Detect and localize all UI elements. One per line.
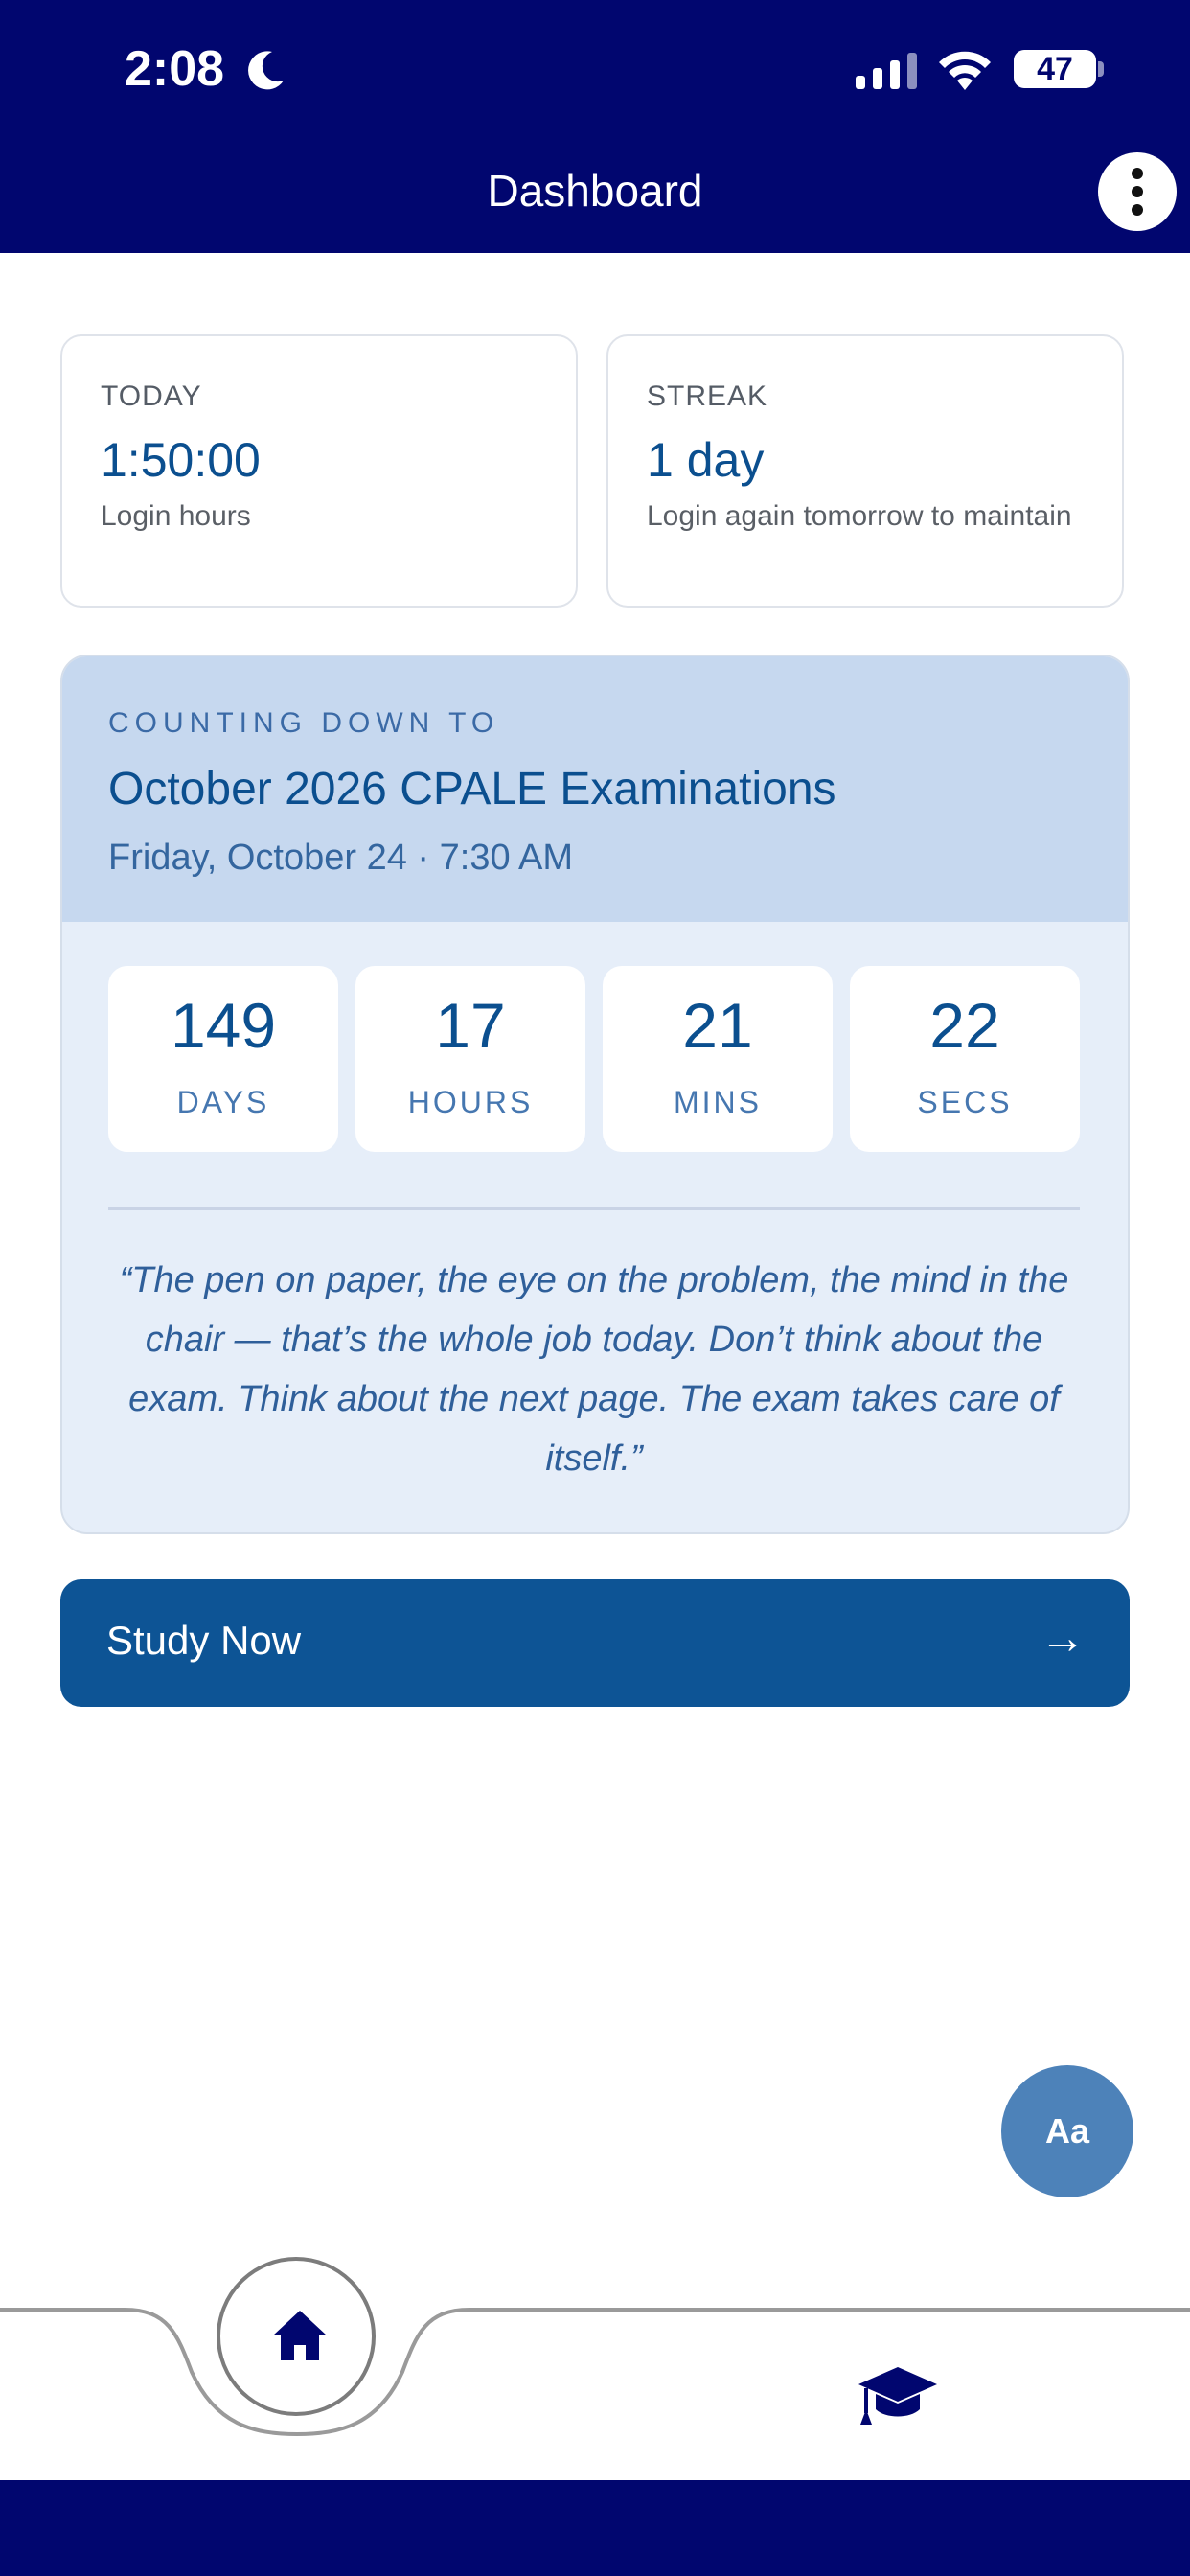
countdown-header: COUNTING DOWN TO October 2026 CPALE Exam… xyxy=(62,656,1128,922)
graduation-cap-icon[interactable] xyxy=(857,2363,939,2426)
home-indicator-area xyxy=(0,2480,1190,2576)
battery-nub xyxy=(1098,61,1104,77)
mins-value: 21 xyxy=(682,990,753,1061)
battery-level: 47 xyxy=(1037,51,1073,87)
secs-label: SECS xyxy=(917,1085,1013,1119)
mins-label: MINS xyxy=(674,1085,762,1119)
more-options-button[interactable] xyxy=(1098,152,1177,231)
font-size-button[interactable]: Aa xyxy=(1001,2065,1133,2197)
divider xyxy=(108,1208,1080,1210)
hours-label: HOURS xyxy=(407,1085,534,1119)
countdown-secs: 22 SECS xyxy=(850,966,1080,1152)
countdown-card: COUNTING DOWN TO October 2026 CPALE Exam… xyxy=(60,655,1130,1534)
today-sub: Login hours xyxy=(101,500,251,532)
days-label: DAYS xyxy=(176,1085,270,1119)
signal-icon xyxy=(856,53,917,89)
exam-title: October 2026 CPALE Examinations xyxy=(108,764,836,815)
secs-value: 22 xyxy=(929,990,1000,1061)
exam-date: Friday, October 24 · 7:30 AM xyxy=(108,838,574,878)
hours-value: 17 xyxy=(435,990,506,1061)
days-value: 149 xyxy=(170,990,277,1061)
arrow-right-icon: → xyxy=(1040,1613,1086,1664)
wifi-icon xyxy=(939,51,991,90)
home-icon xyxy=(273,2311,327,2360)
today-value: 1:50:00 xyxy=(101,433,261,487)
moon-icon xyxy=(248,51,284,90)
more-vertical-icon-dot xyxy=(1132,186,1143,197)
streak-sub: Login again tomorrow to maintain xyxy=(647,500,1072,532)
motivational-quote: “The pen on paper, the eye on the proble… xyxy=(119,1260,1069,1479)
page-title: Dashboard xyxy=(487,166,703,216)
countdown-kicker: COUNTING DOWN TO xyxy=(108,707,500,739)
streak-label: STREAK xyxy=(647,380,768,412)
today-card: TODAY 1:50:00 Login hours xyxy=(60,334,578,608)
study-now-label: Study Now xyxy=(106,1618,302,1663)
nav-notch xyxy=(0,2308,1190,2453)
more-vertical-icon-dot xyxy=(1132,204,1143,216)
today-label: TODAY xyxy=(101,380,202,412)
nav-home-button[interactable] xyxy=(217,2257,376,2416)
status-time: 2:08 xyxy=(125,41,225,97)
countdown-days: 149 DAYS xyxy=(108,966,338,1152)
countdown-hours: 17 HOURS xyxy=(355,966,585,1152)
more-vertical-icon xyxy=(1132,168,1143,179)
streak-card: STREAK 1 day Login again tomorrow to mai… xyxy=(606,334,1124,608)
battery-icon: 47 xyxy=(1014,50,1096,88)
countdown-mins: 21 MINS xyxy=(603,966,833,1152)
top-bar: 2:08 47 Dashboard xyxy=(0,0,1190,253)
study-now-button[interactable]: Study Now → xyxy=(60,1579,1130,1707)
streak-value: 1 day xyxy=(647,433,765,487)
